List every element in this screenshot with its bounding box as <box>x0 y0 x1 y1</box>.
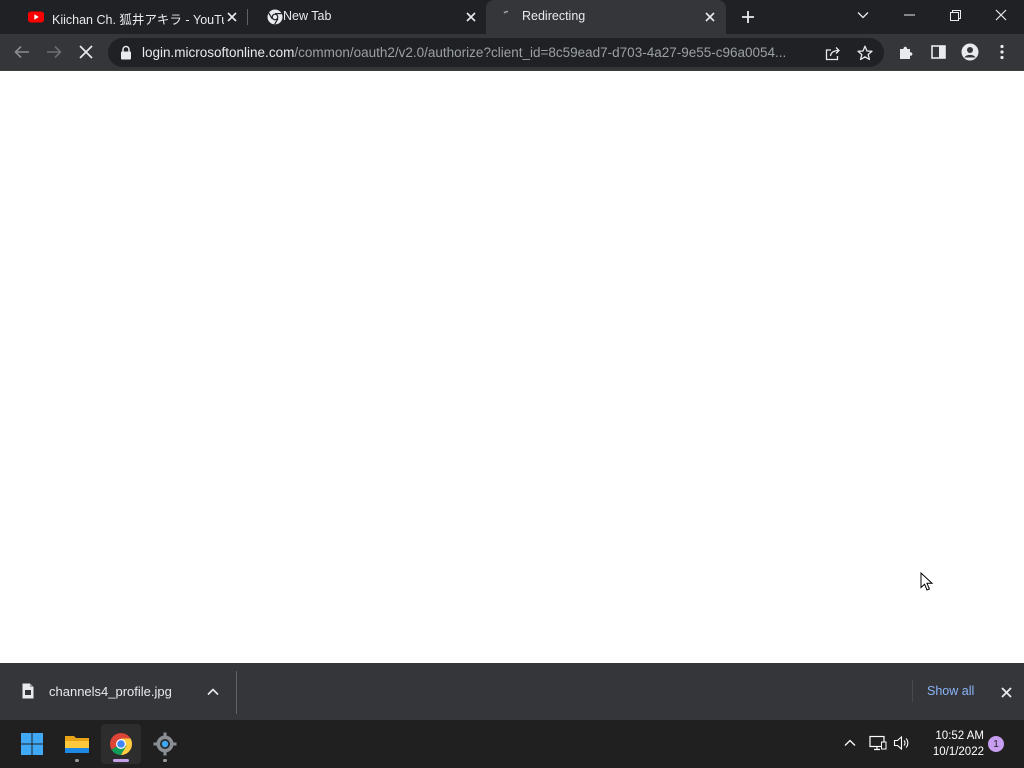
url-host: login.microsoftonline.com <box>142 45 295 60</box>
running-indicator <box>75 759 79 762</box>
clock-time: 10:52 AM <box>935 730 984 742</box>
minimize-icon <box>903 14 915 16</box>
url-path: /common/oauth2/v2.0/authorize?client_id=… <box>294 45 787 60</box>
new-tab-button[interactable] <box>737 6 759 28</box>
mouse-cursor-icon <box>920 572 934 591</box>
close-download-bar-button[interactable] <box>996 682 1016 702</box>
tab-new-tab[interactable]: New Tab <box>247 0 486 34</box>
page-content[interactable] <box>0 71 1024 663</box>
extensions-button[interactable] <box>893 39 919 65</box>
side-panel-icon <box>930 45 946 59</box>
notification-badge[interactable]: 1 <box>988 736 1004 752</box>
share-button[interactable] <box>822 42 844 64</box>
browser-toolbar: login.microsoftonline.com/common/oauth2/… <box>0 34 1024 71</box>
tab-close-icon[interactable] <box>701 8 719 26</box>
tab-search-button[interactable] <box>840 0 886 30</box>
download-separator <box>236 671 237 714</box>
tab-close-icon[interactable] <box>223 8 241 26</box>
back-arrow-icon <box>14 45 29 59</box>
side-panel-button[interactable] <box>925 39 951 65</box>
restore-button[interactable] <box>932 0 978 30</box>
running-indicator <box>113 759 129 762</box>
start-button[interactable] <box>12 724 52 764</box>
tab-title: New Tab <box>283 9 332 23</box>
url-text[interactable]: login.microsoftonline.com/common/oauth2/… <box>142 45 822 60</box>
show-all-button[interactable]: Show all <box>912 680 988 702</box>
tab-title: Redirecting <box>522 9 586 23</box>
download-item[interactable]: channels4_profile.jpg <box>0 663 236 720</box>
taskbar-chrome[interactable] <box>101 724 141 764</box>
loading-spinner-icon <box>503 10 509 14</box>
chevron-up-icon <box>207 688 219 696</box>
start-icon <box>21 733 43 755</box>
chrome-icon <box>110 733 132 755</box>
kebab-menu-icon <box>1000 44 1004 60</box>
taskbar-file-explorer[interactable] <box>57 724 97 764</box>
lock-icon[interactable] <box>119 45 133 60</box>
taskbar: 10:52 AM 10/1/2022 1 <box>0 720 1024 768</box>
plus-icon <box>742 11 754 23</box>
stop-icon <box>79 45 93 59</box>
system-clock[interactable]: 10:52 AM 10/1/2022 <box>918 728 984 760</box>
taskbar-settings[interactable] <box>145 724 185 764</box>
profile-avatar-icon <box>961 43 979 61</box>
address-bar[interactable]: login.microsoftonline.com/common/oauth2/… <box>108 38 884 67</box>
running-indicator <box>163 759 167 762</box>
chrome-icon <box>267 9 283 25</box>
download-file-name: channels4_profile.jpg <box>49 684 172 699</box>
download-options-button[interactable] <box>204 683 222 701</box>
network-status[interactable] <box>867 732 889 754</box>
chevron-down-icon <box>857 12 869 19</box>
puzzle-icon <box>900 46 913 59</box>
profile-button[interactable] <box>957 39 983 65</box>
back-button[interactable] <box>9 39 35 65</box>
youtube-icon <box>28 11 44 23</box>
file-explorer-icon <box>65 736 89 753</box>
close-window-button[interactable] <box>978 0 1024 30</box>
settings-icon <box>153 732 177 756</box>
bookmark-button[interactable] <box>854 42 876 64</box>
close-icon <box>1000 686 1012 698</box>
forward-arrow-icon <box>47 45 62 59</box>
volume-control[interactable] <box>891 732 913 754</box>
chevron-up-icon <box>844 739 856 746</box>
star-icon <box>857 45 873 61</box>
stop-loading-button[interactable] <box>73 39 99 65</box>
tab-redirecting[interactable]: Redirecting <box>486 0 726 34</box>
tab-title: Kiichan Ch. 狐井アキラ - YouTube <box>52 13 224 27</box>
tab-close-icon[interactable] <box>462 8 480 26</box>
forward-button[interactable] <box>41 39 67 65</box>
speaker-icon <box>893 735 909 751</box>
screen: Kiichan Ch. 狐井アキラ - YouTube New Tab Redi… <box>0 0 1024 768</box>
tab-youtube[interactable]: Kiichan Ch. 狐井アキラ - YouTube <box>8 0 244 34</box>
close-icon <box>995 9 1007 21</box>
minimize-button[interactable] <box>886 0 932 30</box>
tab-strip: Kiichan Ch. 狐井アキラ - YouTube New Tab Redi… <box>0 0 1024 34</box>
menu-button[interactable] <box>989 39 1015 65</box>
download-bar: channels4_profile.jpg Show all <box>0 663 1024 720</box>
network-icon <box>869 735 887 751</box>
share-icon <box>825 46 840 60</box>
restore-icon <box>949 9 961 21</box>
image-file-icon <box>22 683 34 699</box>
show-hidden-icons-button[interactable] <box>839 732 861 754</box>
clock-date: 10/1/2022 <box>932 746 984 758</box>
